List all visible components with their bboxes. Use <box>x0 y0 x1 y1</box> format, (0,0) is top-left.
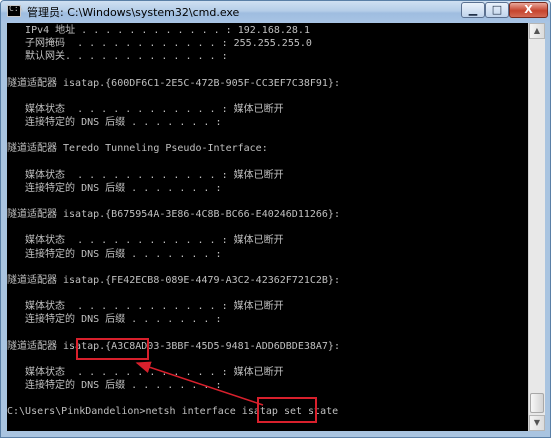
cmd-window: C:\ 管理员: C:\Windows\system32\cmd.exe ▁ □… <box>0 0 551 438</box>
annotation-arrow-icon <box>135 361 264 406</box>
